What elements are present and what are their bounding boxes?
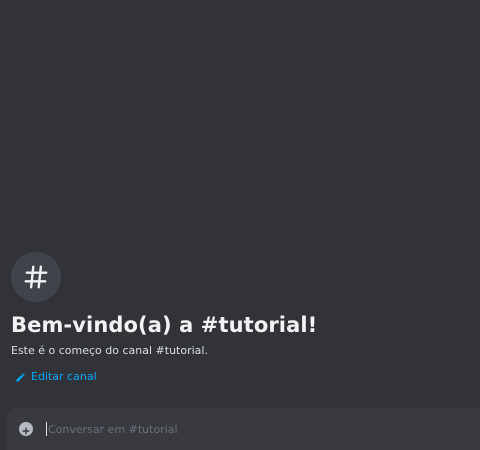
channel-view: Bem-vindo(a) a #tutorial! Este é o começ… [0, 0, 480, 450]
edit-channel-link[interactable]: Editar canal [15, 370, 97, 384]
message-placeholder: Conversar em #tutorial [48, 422, 178, 436]
message-composer: Conversar em #tutorial [7, 408, 480, 450]
message-input[interactable]: Conversar em #tutorial [46, 419, 480, 439]
plus-circle-icon [22, 420, 30, 439]
welcome-subtitle: Este é o começo do canal #tutorial. [11, 344, 208, 357]
channel-icon-badge [11, 252, 61, 302]
hashtag-icon [23, 264, 49, 290]
edit-channel-label: Editar canal [31, 370, 97, 383]
channel-welcome: Bem-vindo(a) a #tutorial! Este é o começ… [11, 252, 471, 387]
attach-button[interactable] [19, 422, 33, 436]
pencil-icon [15, 372, 26, 383]
welcome-title: Bem-vindo(a) a #tutorial! [11, 313, 318, 337]
text-caret [46, 422, 47, 436]
